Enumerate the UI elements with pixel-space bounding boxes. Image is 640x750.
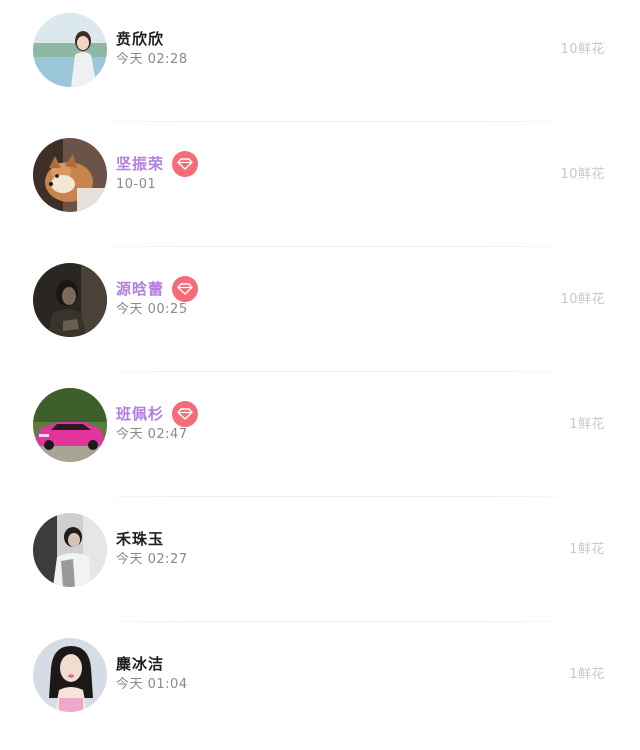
list-item[interactable]: 班佩杉 今天 02:47 1鲜花 <box>0 375 640 500</box>
gift-time: 今天 02:27 <box>116 552 188 567</box>
list-item[interactable]: 源晗蕾 今天 00:25 10鲜花 <box>0 250 640 375</box>
avatar[interactable] <box>33 513 107 587</box>
gift-time: 今天 02:28 <box>116 52 188 67</box>
divider <box>80 621 590 622</box>
list-item[interactable]: 坚振荣 10-01 10鲜花 <box>0 125 640 250</box>
user-name: 禾珠玉 <box>116 530 165 548</box>
avatar[interactable] <box>33 13 107 87</box>
flower-count: 1鲜花 <box>569 667 605 682</box>
list-item[interactable]: 禾珠玉 今天 02:27 1鲜花 <box>0 500 640 625</box>
flower-gift-list: 贲欣欣 今天 02:28 10鲜花 坚振荣 10-01 10鲜花 源晗蕾 今天 … <box>0 0 640 735</box>
flower-count: 1鲜花 <box>569 417 605 432</box>
divider <box>80 371 590 372</box>
user-name: 坚振荣 <box>116 155 165 173</box>
flower-count: 10鲜花 <box>560 42 605 57</box>
gift-time: 今天 02:47 <box>116 427 188 442</box>
avatar[interactable] <box>33 263 107 337</box>
divider <box>80 496 590 497</box>
flower-count: 10鲜花 <box>560 292 605 307</box>
list-item[interactable]: 贲欣欣 今天 02:28 10鲜花 <box>0 0 640 125</box>
diamond-icon <box>172 151 199 177</box>
flower-count: 10鲜花 <box>560 167 605 182</box>
divider <box>80 121 590 122</box>
gift-time: 今天 01:04 <box>116 677 188 692</box>
user-name: 麋冰洁 <box>116 655 165 673</box>
user-name: 班佩杉 <box>116 405 165 423</box>
avatar[interactable] <box>33 638 107 712</box>
gift-time: 10-01 <box>116 177 157 192</box>
user-name: 贲欣欣 <box>116 30 165 48</box>
divider <box>80 246 590 247</box>
flower-count: 1鲜花 <box>569 542 605 557</box>
gift-time: 今天 00:25 <box>116 302 188 317</box>
diamond-icon <box>172 276 199 302</box>
list-item[interactable]: 麋冰洁 今天 01:04 1鲜花 <box>0 625 640 750</box>
avatar[interactable] <box>33 388 107 462</box>
diamond-icon <box>172 401 199 427</box>
user-name: 源晗蕾 <box>116 280 165 298</box>
avatar[interactable] <box>33 138 107 212</box>
